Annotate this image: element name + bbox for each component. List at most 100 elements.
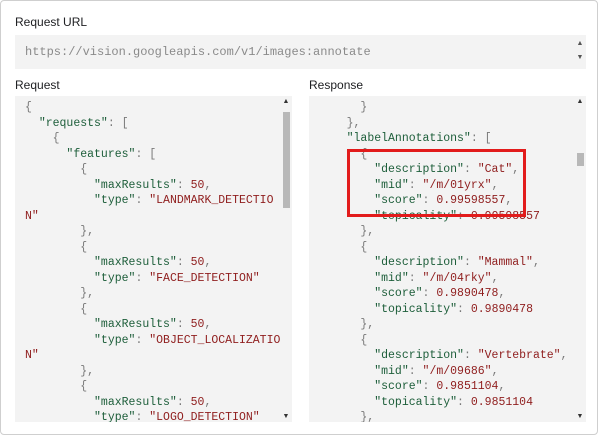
code-token: "OBJECT_LOCALIZATIO (149, 333, 281, 347)
code-token: 50 (190, 318, 205, 331)
code-token: , (204, 256, 212, 269)
request-json-code[interactable]: { "requests": [ { "features": [ { "maxRe… (25, 100, 280, 422)
request-code-line: N" (25, 209, 280, 225)
code-token: } (319, 101, 368, 114)
code-token: { (25, 240, 88, 254)
request-code-line: "requests": [ (25, 116, 280, 132)
code-token: }, (319, 318, 375, 331)
code-token: "maxResults" (94, 395, 177, 409)
code-token: { (25, 302, 88, 316)
code-token: "maxResults" (94, 318, 177, 331)
response-code-line: { (319, 240, 567, 256)
request-code-line: }, (25, 286, 280, 302)
code-token: "maxResults" (94, 178, 177, 192)
response-code-line: } (319, 100, 567, 116)
request-code-line: "maxResults": 50, (25, 317, 280, 333)
response-scroll-thumb[interactable] (577, 153, 584, 166)
code-token: 0.9851104 (470, 395, 533, 409)
request-code-line: N" (25, 348, 280, 364)
code-token: "type" (94, 333, 136, 347)
code-token: : (463, 349, 478, 362)
request-body-editor[interactable]: { "requests": [ { "features": [ { "maxRe… (15, 96, 292, 422)
code-token: : (176, 318, 191, 331)
code-token: "features" (66, 147, 136, 161)
response-code-line: }, (319, 116, 567, 132)
response-code-line: }, (319, 410, 567, 422)
code-token: , (498, 287, 506, 300)
request-url-field[interactable]: https://vision.googleapis.com/v1/images:… (15, 35, 586, 69)
request-url-value[interactable]: https://vision.googleapis.com/v1/images:… (25, 45, 371, 59)
response-code-line: "score": 0.9890478, (319, 286, 567, 302)
code-token: : (135, 271, 150, 285)
code-token: , (204, 178, 212, 192)
code-token: 0.9890478 (470, 302, 533, 316)
cat-label-highlight-box (347, 149, 526, 217)
response-scrollbar[interactable]: ▲ ▼ (574, 96, 586, 422)
request-scrollbar[interactable]: ▲ ▼ (280, 96, 292, 422)
scroll-up-arrow-icon[interactable]: ▲ (280, 98, 292, 105)
response-code-line: "description": "Vertebrate", (319, 348, 567, 364)
response-code-line: "topicality": 0.9890478 (319, 302, 567, 318)
code-token: : (408, 364, 423, 378)
code-token: 50 (190, 178, 205, 192)
request-code-line: }, (25, 224, 280, 240)
scroll-up-arrow-icon[interactable]: ▲ (576, 37, 584, 51)
scroll-down-arrow-icon[interactable]: ▼ (576, 51, 584, 65)
code-token: : (457, 302, 471, 316)
response-code-line: "topicality": 0.9851104 (319, 395, 567, 411)
code-token: }, (319, 411, 375, 422)
code-token: "topicality" (374, 395, 458, 409)
url-scrollbar[interactable]: ▲ ▼ (576, 37, 584, 67)
request-code-line: "type": "LANDMARK_DETECTIO (25, 193, 280, 209)
code-token: : [ (135, 147, 157, 161)
request-code-line: "features": [ (25, 147, 280, 163)
code-token: : (463, 256, 478, 269)
code-token: : (176, 395, 191, 409)
code-token: , (532, 256, 540, 269)
code-token: "LOGO_DETECTION" (149, 411, 260, 422)
scroll-down-arrow-icon[interactable]: ▼ (280, 413, 292, 420)
code-token: 50 (190, 395, 205, 409)
request-code-line: "maxResults": 50, (25, 255, 280, 271)
code-token: : (408, 271, 423, 285)
response-body-viewer[interactable]: } }, "labelAnnotations": [ { "descriptio… (309, 96, 586, 422)
request-code-line: "maxResults": 50, (25, 395, 280, 411)
code-token: "LANDMARK_DETECTIO (149, 194, 274, 207)
code-token: "type" (94, 271, 136, 285)
code-token: , (560, 349, 568, 362)
scroll-up-arrow-icon[interactable]: ▲ (574, 98, 586, 105)
response-code-line: { (319, 333, 567, 349)
code-token: "description" (374, 349, 464, 362)
code-token: "FACE_DETECTION" (149, 271, 260, 285)
code-token: : (176, 256, 191, 269)
response-code-line: "labelAnnotations": [ (319, 131, 567, 147)
scroll-down-arrow-icon[interactable]: ▼ (574, 413, 586, 420)
response-code-line: }, (319, 224, 567, 240)
response-heading: Response (309, 78, 364, 92)
code-token: : (457, 395, 471, 409)
code-token: }, (319, 225, 375, 238)
code-token: "mid" (374, 271, 409, 285)
code-token: : (422, 287, 437, 300)
code-token: }, (25, 364, 95, 378)
request-code-line: { (25, 131, 280, 147)
code-token: , (204, 395, 212, 409)
code-token: , (204, 318, 212, 331)
code-token: N" (25, 209, 39, 223)
response-code-line: "score": 0.9851104, (319, 379, 567, 395)
request-scroll-thumb[interactable] (283, 112, 290, 208)
request-code-line: "maxResults": 50, (25, 178, 280, 194)
code-token: : (176, 178, 191, 192)
request-code-line: { (25, 302, 280, 318)
code-token: "description" (374, 256, 464, 269)
